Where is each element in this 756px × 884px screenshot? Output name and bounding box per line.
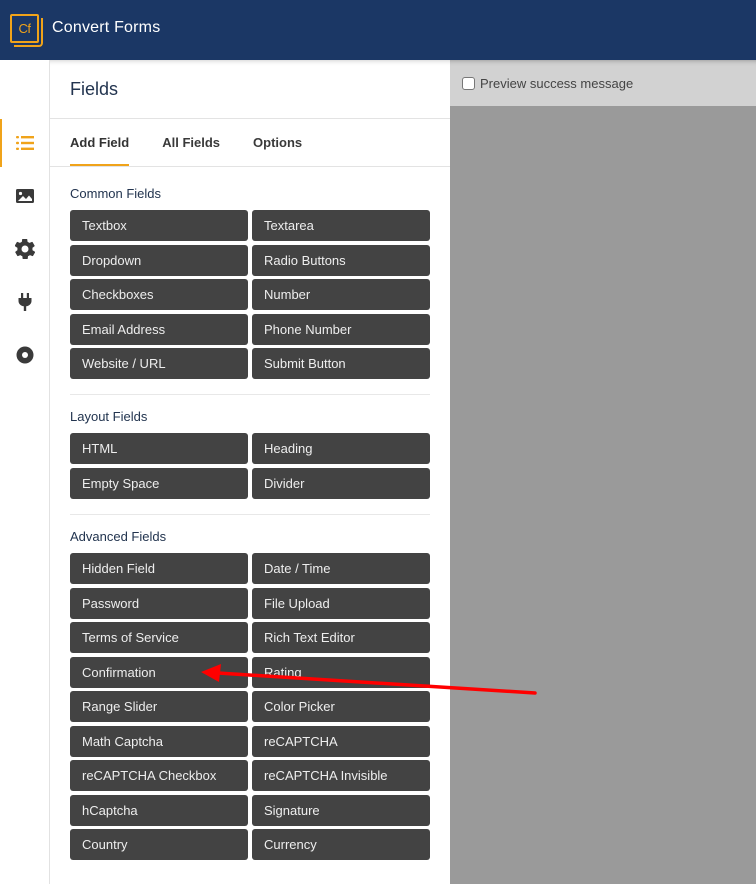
list-icon <box>16 136 34 150</box>
field-button-math-captcha[interactable]: Math Captcha <box>70 725 248 757</box>
app-title: Convert Forms <box>52 19 161 36</box>
field-button-number[interactable]: Number <box>252 279 430 310</box>
section-layout-fields: Layout Fields HTML Heading Empty Space Divi… <box>70 409 430 499</box>
field-button-color-picker[interactable]: Color Picker <box>252 691 430 722</box>
field-button-dropdown[interactable]: Dropdown <box>70 244 248 276</box>
field-button-textarea[interactable]: Textarea <box>252 210 430 241</box>
field-button-website-url[interactable]: Website / URL <box>70 348 248 379</box>
field-grid: HTML Heading Empty Space Divider <box>70 433 430 499</box>
field-button-hidden-field[interactable]: Hidden Field <box>70 553 248 584</box>
rail-item-settings[interactable] <box>0 225 50 273</box>
field-button-recaptcha[interactable]: reCAPTCHA <box>252 725 430 757</box>
field-button-recaptcha-checkbox[interactable]: reCAPTCHA Checkbox <box>70 760 248 791</box>
field-button-confirmation[interactable]: Confirmation <box>70 656 248 688</box>
rail-item-integrations[interactable] <box>0 278 50 326</box>
section-common-fields: Common Fields Textbox Textarea Dropdown Rad… <box>70 186 430 379</box>
section-divider <box>70 394 430 395</box>
section-title: Advanced Fields <box>70 529 167 544</box>
preview-success-label[interactable]: Preview success message <box>480 76 633 91</box>
circle-dot-icon <box>16 346 34 364</box>
image-icon <box>16 189 34 203</box>
side-rail <box>0 60 50 884</box>
preview-area: Preview success message <box>450 60 756 884</box>
field-button-empty-space[interactable]: Empty Space <box>70 467 248 499</box>
field-button-rich-text-editor[interactable]: Rich Text Editor <box>252 622 430 653</box>
section-divider <box>70 514 430 515</box>
field-button-textbox[interactable]: Textbox <box>70 210 248 241</box>
section-title: Common Fields <box>70 186 162 201</box>
field-button-hcaptcha[interactable]: hCaptcha <box>70 794 248 826</box>
tab-add-field[interactable]: Add Field <box>70 119 130 166</box>
preview-toolbar: Preview success message <box>450 60 756 106</box>
rail-item-fields[interactable] <box>0 119 50 167</box>
tab-options[interactable]: Options <box>253 119 302 166</box>
field-grid: Textbox Textarea Dropdown Radio Buttons Chec… <box>70 210 430 379</box>
field-button-checkboxes[interactable]: Checkboxes <box>70 279 248 310</box>
field-button-divider[interactable]: Divider <box>252 467 430 499</box>
field-button-signature[interactable]: Signature <box>252 794 430 826</box>
field-button-password[interactable]: Password <box>70 587 248 619</box>
field-button-currency[interactable]: Currency <box>252 829 430 860</box>
top-bar: Cf Convert Forms <box>0 0 756 60</box>
divider <box>50 166 450 167</box>
field-button-email-address[interactable]: Email Address <box>70 313 248 345</box>
field-button-country[interactable]: Country <box>70 829 248 860</box>
field-button-range-slider[interactable]: Range Slider <box>70 691 248 722</box>
field-button-html[interactable]: HTML <box>70 433 248 464</box>
field-button-phone-number[interactable]: Phone Number <box>252 313 430 345</box>
section-advanced-fields: Advanced Fields Hidden Field Date / Time P… <box>70 529 430 860</box>
rail-item-behavior[interactable] <box>0 331 50 379</box>
preview-success-checkbox[interactable] <box>462 76 475 90</box>
field-grid: Hidden Field Date / Time Password File Uplo… <box>70 553 430 860</box>
gear-icon <box>15 239 35 259</box>
tab-all-fields[interactable]: All Fields <box>162 119 220 166</box>
rail-item-design[interactable] <box>0 172 50 220</box>
field-button-file-upload[interactable]: File Upload <box>252 587 430 619</box>
logo-mark: Cf <box>10 14 39 43</box>
field-button-terms-of-service[interactable]: Terms of Service <box>70 622 248 653</box>
field-button-recaptcha-invisible[interactable]: reCAPTCHA Invisible <box>252 760 430 791</box>
app-logo[interactable]: Cf <box>10 14 43 47</box>
field-button-date-time[interactable]: Date / Time <box>252 553 430 584</box>
panel-title: Fields <box>70 79 119 99</box>
field-button-rating[interactable]: Rating <box>252 656 430 688</box>
fields-panel: Fields Add Field All Fields Options Comm… <box>50 60 450 884</box>
field-button-heading[interactable]: Heading <box>252 433 430 464</box>
plug-icon <box>18 293 32 311</box>
section-title: Layout Fields <box>70 409 148 424</box>
field-button-radio-buttons[interactable]: Radio Buttons <box>252 244 430 276</box>
panel-tabs: Add Field All Fields Options <box>70 119 335 166</box>
field-button-submit-button[interactable]: Submit Button <box>252 348 430 379</box>
